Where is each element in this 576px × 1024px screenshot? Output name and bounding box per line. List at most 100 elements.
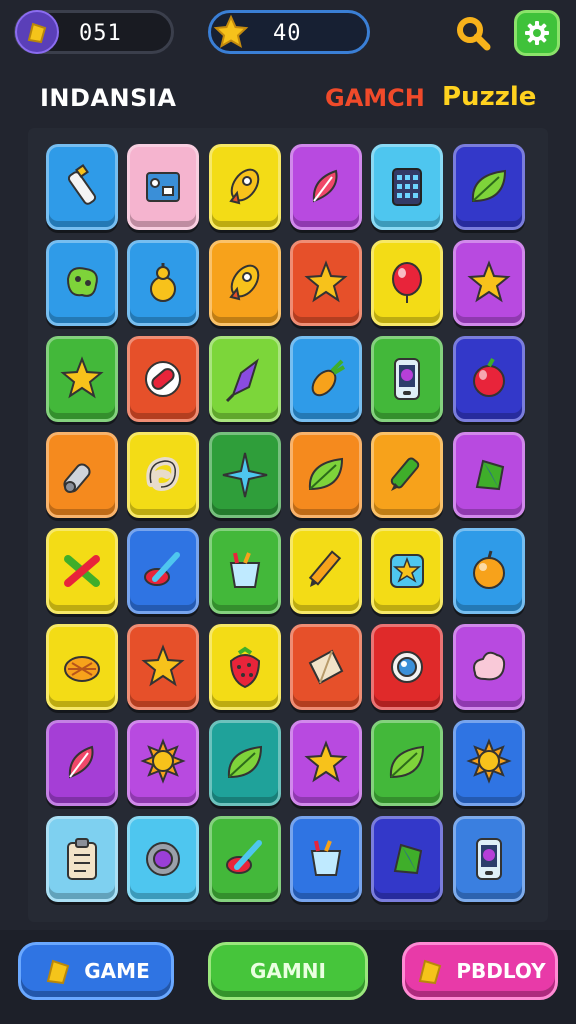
puzzle-tile[interactable] [127,240,199,326]
bottle-icon [67,164,97,205]
settings-button[interactable] [514,10,560,56]
gold-ticket-icon [419,959,442,985]
game-title-red: GAMCH [325,84,425,112]
feather-icon [312,169,338,203]
puzzle-board [28,128,548,922]
puzzle-tile[interactable] [453,144,525,230]
puzzle-tile[interactable] [453,432,525,518]
puzzle-tile[interactable] [371,816,443,902]
puzzle-tile[interactable] [127,816,199,902]
star-counter[interactable]: 40 [208,10,370,54]
coin-counter[interactable]: 051 [14,10,174,54]
pbdloy-button[interactable]: PBDLOY [402,942,558,1000]
puzzle-tile[interactable] [127,336,199,422]
pretzel-icon [146,456,180,492]
puzzle-tile[interactable] [453,336,525,422]
puzzle-tile[interactable] [209,432,281,518]
gem-icon [393,843,423,875]
leaf-icon [389,745,425,779]
pen-icon [144,552,180,586]
puzzle-tile[interactable] [46,624,118,710]
puzzle-tile[interactable] [209,624,281,710]
search-button[interactable] [450,10,496,56]
puzzle-tile[interactable] [453,624,525,710]
basket-icon [229,552,261,588]
marker-icon [390,457,420,491]
puzzle-tile[interactable] [290,240,362,326]
puzzle-tile[interactable] [371,528,443,614]
title-row: INDANSIA GAMCH Puzzle [0,76,576,120]
star-icon [304,740,348,783]
leaf-icon [471,169,507,203]
puzzle-tile[interactable] [209,144,281,230]
cannon-icon [63,463,91,493]
puzzle-tile[interactable] [453,240,525,326]
rocket-icon [229,264,260,301]
sun-icon [140,738,186,784]
sun-icon [466,738,512,784]
blob-icon [66,267,98,297]
puzzle-tile[interactable] [453,720,525,806]
game-title-yellow: Puzzle [442,82,537,112]
puzzle-tile[interactable] [127,624,199,710]
box-icon [146,172,180,202]
flower-icon [391,651,423,683]
puzzle-tile[interactable] [46,528,118,614]
puzzle-tile[interactable] [371,144,443,230]
puzzle-tile[interactable] [290,336,362,422]
leaf-icon [308,457,344,491]
puzzle-tile[interactable] [371,720,443,806]
puzzle-tile[interactable] [290,720,362,806]
puzzle-tile[interactable] [290,816,362,902]
pbdloy-button-label: PBDLOY [456,959,546,983]
game-button-label: GAME [84,959,150,983]
puzzle-tile[interactable] [371,336,443,422]
puzzle-tile[interactable] [453,528,525,614]
game-title-left: INDANSIA [40,84,177,112]
game-button[interactable]: GAME [18,942,174,1000]
cross-icon [64,555,100,587]
star-count: 40 [273,21,302,46]
gem-icon [475,459,505,491]
strawberry-icon [229,646,261,689]
puzzle-tile[interactable] [127,720,199,806]
cloud-icon [473,651,506,681]
puzzle-tile[interactable] [209,240,281,326]
coin-count: 051 [79,21,122,46]
puzzle-tile[interactable] [290,144,362,230]
puzzle-tile[interactable] [46,336,118,422]
puzzle-tile[interactable] [290,624,362,710]
puzzle-tile[interactable] [46,240,118,326]
balloon-icon [392,262,422,303]
puzzle-tile[interactable] [453,816,525,902]
puzzle-tile[interactable] [371,432,443,518]
puzzle-tile[interactable] [127,144,199,230]
puzzle-tile[interactable] [127,528,199,614]
star-icon [141,644,185,687]
star-icon [60,356,104,399]
puzzle-tile[interactable] [209,720,281,806]
kite-icon [225,358,259,403]
puzzle-tile[interactable] [46,432,118,518]
puzzle-tile[interactable] [46,816,118,902]
puzzle-tile[interactable] [209,816,281,902]
puzzle-tile[interactable] [46,720,118,806]
puzzle-tile[interactable] [127,432,199,518]
sparkle-icon [222,452,268,498]
clipboard-icon [67,838,97,880]
phone-icon [476,838,502,880]
puzzle-tile[interactable] [290,528,362,614]
puzzle-tile[interactable] [371,240,443,326]
shell-icon [64,656,100,682]
pen-icon [226,840,262,874]
puzzle-tile[interactable] [209,528,281,614]
splat-icon [390,554,424,588]
puzzle-tile[interactable] [371,624,443,710]
puzzle-tile[interactable] [290,432,362,518]
star-icon [467,260,511,303]
puzzle-tile[interactable] [209,336,281,422]
puzzle-tile[interactable] [46,144,118,230]
bottom-bar: GAME GAMNI PBDLOY [0,930,576,1024]
gamni-button[interactable]: GAMNI [208,942,368,1000]
gamni-button-label: GAMNI [250,959,326,983]
